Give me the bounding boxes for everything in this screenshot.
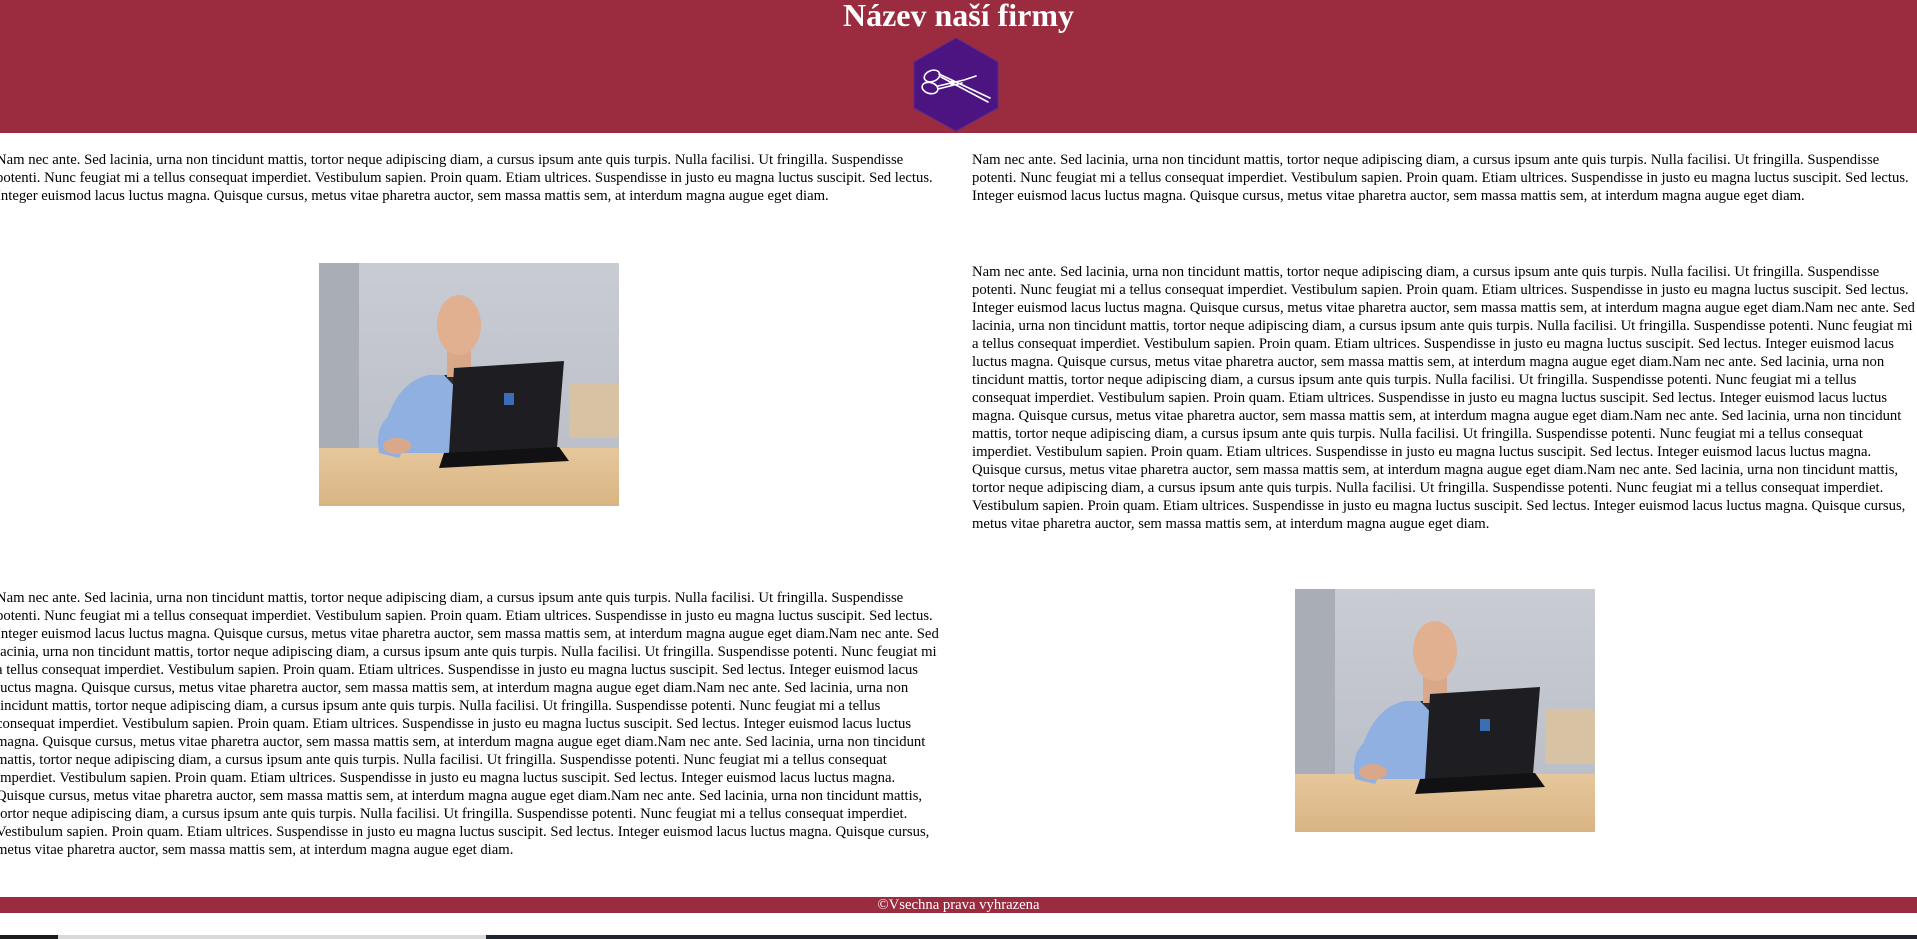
scissors-hexagon-icon: [913, 37, 999, 132]
site-footer: ©Vsechna prava vyhrazena: [0, 897, 1917, 913]
strip-segment: [58, 935, 486, 939]
person-laptop-photo-left: [319, 263, 619, 506]
bottom-edge-strip: [0, 935, 1917, 939]
strip-segment: [0, 935, 58, 939]
company-title: Název naší firmy: [842, 0, 1075, 33]
intro-text-left: Nam nec ante. Sed lacinia, urna non tinc…: [0, 151, 941, 205]
strip-segment: [486, 935, 1917, 939]
paragraph-text: Nam nec ante. Sed lacinia, urna non tinc…: [0, 152, 933, 204]
copyright-text: ©Vsechna prava vyhrazena: [877, 897, 1040, 913]
person-with-laptop-photo: [1295, 589, 1595, 832]
paragraph-text: Nam nec ante. Sed lacinia, urna non tinc…: [972, 264, 1915, 532]
body-text-right: Nam nec ante. Sed lacinia, urna non tinc…: [972, 263, 1917, 533]
intro-text-right: Nam nec ante. Sed lacinia, urna non tinc…: [972, 151, 1917, 205]
body-text-left: Nam nec ante. Sed lacinia, urna non tinc…: [0, 589, 941, 859]
person-laptop-photo-right: [1295, 589, 1595, 832]
person-with-laptop-photo: [319, 263, 619, 506]
paragraph-text: Nam nec ante. Sed lacinia, urna non tinc…: [972, 152, 1909, 204]
site-header: Název naší firmy: [0, 0, 1917, 133]
paragraph-text: Nam nec ante. Sed lacinia, urna non tinc…: [0, 590, 939, 858]
